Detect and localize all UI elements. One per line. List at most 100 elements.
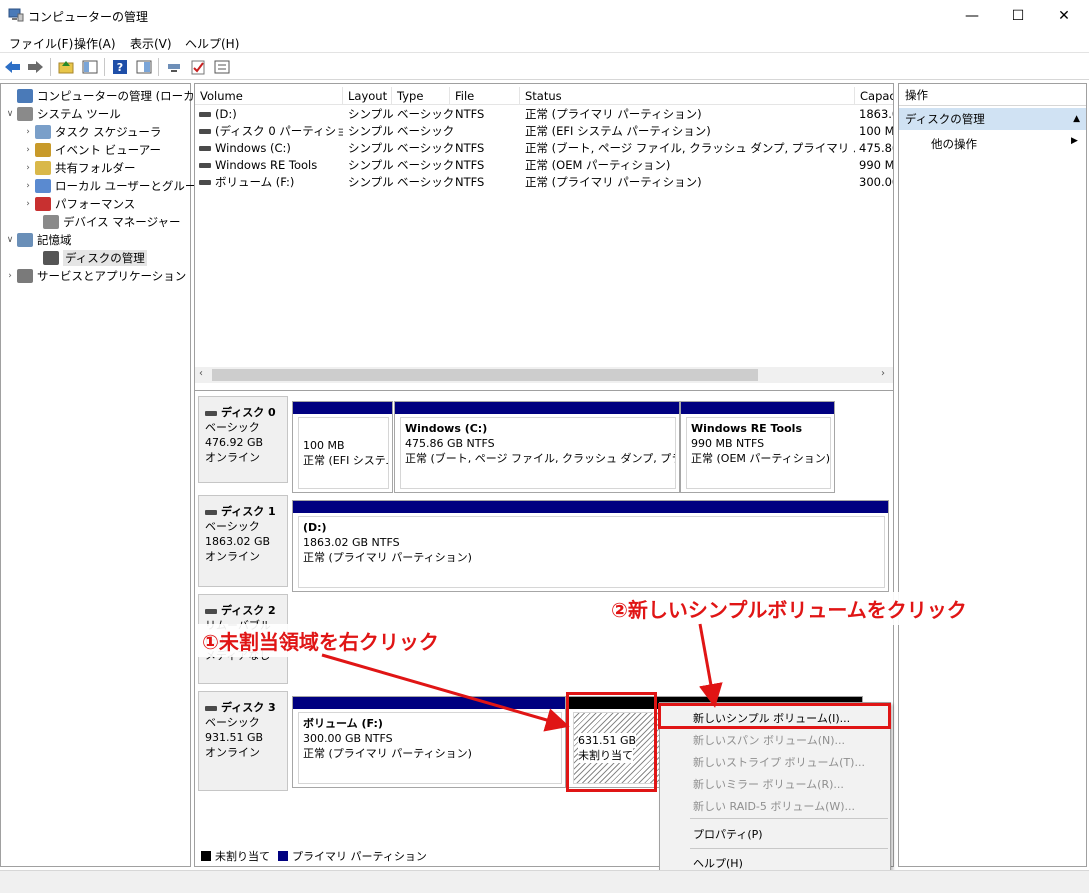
scrollbar-thumb[interactable] (212, 369, 758, 381)
disk0-partition-windows[interactable]: Windows (C:) 475.86 GB NTFS 正常 (ブート, ページ… (394, 401, 680, 493)
horizontal-scrollbar[interactable]: ‹ › (195, 367, 893, 383)
help-icon[interactable]: ? (111, 58, 129, 76)
chevron-right-icon[interactable]: › (3, 271, 17, 281)
disk1-state: オンライン (205, 550, 260, 563)
cell-text: ベーシック (397, 158, 455, 172)
chevron-right-icon[interactable]: › (21, 181, 35, 191)
window-title: コンピューターの管理 (28, 10, 149, 24)
column-capacity[interactable]: Capac (855, 87, 893, 105)
list-view-icon[interactable] (213, 58, 231, 76)
menu-new-raid5-volume[interactable]: 新しい RAID-5 ボリューム(W)... (693, 798, 855, 814)
cell-text: ベーシック (397, 175, 455, 189)
table-cell: 正常 (ブート, ページ ファイル, クラッシュ ダンプ, プライマリ パーティ… (525, 140, 855, 157)
menu-file[interactable]: ファイル(F) (9, 35, 73, 52)
tree-item-label: タスク スケジューラ (55, 125, 162, 139)
disk3-label[interactable]: ディスク 3 ベーシック 931.51 GB オンライン (198, 691, 288, 791)
disk3-partition-f[interactable]: ボリューム (F:) 300.00 GB NTFS 正常 (プライマリ パーティ… (292, 696, 566, 788)
check-icon[interactable] (189, 58, 207, 76)
forward-icon[interactable] (26, 58, 44, 76)
tree-item[interactable]: › ローカル ユーザーとグループ (21, 177, 207, 195)
status-bar (0, 870, 1089, 893)
chevron-right-icon[interactable]: › (21, 163, 35, 173)
disk1-label[interactable]: ディスク 1 ベーシック 1863.02 GB オンライン (198, 495, 288, 587)
tree-item[interactable]: ∨ 記憶域 (3, 231, 72, 249)
column-layout[interactable]: Layout (343, 87, 392, 105)
column-status[interactable]: Status (520, 87, 855, 105)
annotation-step1: ①未割当領域を右クリック (196, 624, 445, 657)
cell-text: NTFS (455, 107, 485, 121)
menu-properties[interactable]: プロパティ(P) (693, 826, 763, 842)
back-icon[interactable] (4, 58, 22, 76)
tree-item[interactable]: › サービスとアプリケーション (3, 267, 186, 285)
partition-title: Windows RE Tools (691, 422, 802, 435)
menu-new-spanned-volume[interactable]: 新しいスパン ボリューム(N)... (693, 732, 845, 748)
disk0-partition-re-tools[interactable]: Windows RE Tools 990 MB NTFS 正常 (OEM パーテ… (680, 401, 835, 493)
primary-partition-bar (293, 501, 888, 513)
partition-title: Windows (C:) (405, 422, 488, 435)
chevron-right-icon[interactable]: › (21, 127, 35, 137)
table-row[interactable]: ボリューム (F:) シンプル ベーシック NTFS 正常 (プライマリ パーティション… (195, 174, 893, 191)
chevron-down-icon[interactable]: ∨ (3, 235, 17, 245)
scroll-left-icon[interactable]: ‹ (199, 368, 203, 379)
column-volume[interactable]: Volume (195, 87, 343, 105)
local-users-icon (35, 179, 51, 193)
menu-help[interactable]: ヘルプ(H) (185, 35, 239, 52)
cell-text: NTFS (455, 175, 485, 189)
minimize-button[interactable]: — (949, 0, 995, 31)
table-cell: NTFS (455, 106, 525, 123)
legend: 未割り当て プライマリ パーティション (201, 848, 427, 864)
table-row[interactable]: (D:) シンプル ベーシック NTFS 正常 (プライマリ パーティション) 1863.… (195, 106, 893, 123)
cell-text: 正常 (EFI システム パーティション) (525, 124, 711, 138)
menu-separator (690, 848, 888, 849)
connect-icon[interactable] (165, 58, 183, 76)
chevron-down-icon[interactable]: ∨ (3, 109, 17, 119)
up-folder-icon[interactable] (57, 58, 75, 76)
table-cell: 正常 (プライマリ パーティション) (525, 174, 855, 191)
tree-item[interactable]: コンピューターの管理 (ローカル) (3, 87, 211, 105)
menu-view[interactable]: 表示(V) (130, 35, 172, 52)
table-cell: 正常 (OEM パーティション) (525, 157, 855, 174)
menu-new-striped-volume[interactable]: 新しいストライプ ボリューム(T)... (693, 754, 865, 770)
chevron-right-icon[interactable]: › (21, 199, 35, 209)
legend-primary: プライマリ パーティション (292, 850, 427, 863)
tree-item[interactable]: › タスク スケジューラ (21, 123, 161, 141)
partition-status: 正常 (OEM パーティション) (691, 452, 831, 465)
menu-action[interactable]: 操作(A) (74, 35, 116, 52)
table-row[interactable]: (ディスク 0 パーティション 1) シンプルベーシック 正常 (EFI システム … (195, 123, 893, 140)
partition-title: ボリューム (F:) (303, 717, 383, 730)
actions-section-disk-management[interactable]: ディスクの管理 ▲ (899, 108, 1086, 130)
show-hide-tree-icon[interactable] (81, 58, 99, 76)
partition-size: 300.00 GB NTFS (303, 732, 393, 745)
tree-item[interactable]: デバイス マネージャー (29, 213, 181, 231)
chevron-right-icon[interactable]: › (21, 145, 35, 155)
table-cell: 475.86 (859, 140, 893, 157)
column-file-system[interactable]: File System (450, 87, 520, 105)
close-button[interactable]: ✕ (1041, 0, 1087, 31)
table-cell: 300.00 (859, 174, 893, 191)
scroll-right-icon[interactable]: › (881, 368, 885, 379)
disk0-partition-efi[interactable]: 100 MB 正常 (EFI システム (292, 401, 393, 493)
disk1-type: ベーシック (205, 520, 260, 533)
tree-item[interactable]: › イベント ビューアー (21, 141, 161, 159)
tree-item[interactable]: › 共有フォルダー (21, 159, 136, 177)
tree-item[interactable]: ∨ システム ツール (3, 105, 121, 123)
menu-new-mirror-volume[interactable]: 新しいミラー ボリューム(R)... (693, 776, 844, 792)
tree-item[interactable]: › パフォーマンス (21, 195, 135, 213)
disk1-partition-d[interactable]: (D:) 1863.02 GB NTFS 正常 (プライマリ パーティション) (292, 500, 889, 592)
volume-icon (199, 163, 211, 168)
event-viewer-icon (35, 143, 51, 157)
table-row[interactable]: Windows (C:) シンプル ベーシック NTFS 正常 (ブート, ページ ファ… (195, 140, 893, 157)
table-cell: ベーシック (397, 174, 455, 191)
menu-help-item[interactable]: ヘルプ(H) (693, 855, 743, 871)
maximize-button[interactable]: ☐ (995, 0, 1041, 31)
disk0-label[interactable]: ディスク 0 ベーシック 476.92 GB オンライン (198, 396, 288, 483)
table-cell: ベーシック (397, 123, 455, 140)
tree-item[interactable]: ディスクの管理 (29, 249, 147, 267)
properties-pane-icon[interactable] (135, 58, 153, 76)
table-row[interactable]: Windows RE Tools シンプル ベーシック NTFS 正常 (OEM パーテ… (195, 157, 893, 174)
collapse-up-icon[interactable]: ▲ (1073, 108, 1080, 130)
column-type[interactable]: Type (392, 87, 450, 105)
system-tools-icon (17, 107, 33, 121)
more-actions-item[interactable]: 他の操作 (931, 136, 977, 152)
table-cell: 990 M (859, 157, 893, 174)
